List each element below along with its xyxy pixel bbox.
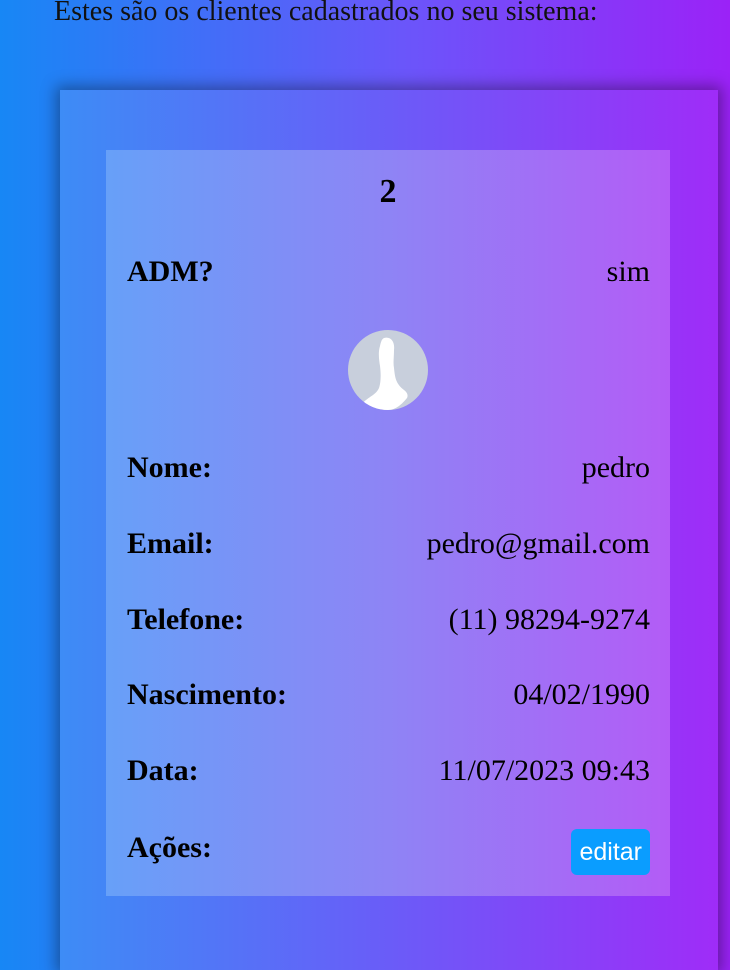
admin-label: ADM? <box>127 255 214 288</box>
client-card-container: 2 ADM? sim Nome: pedro Email: pedro@gmai… <box>60 90 718 970</box>
user-silhouette-icon <box>363 337 408 410</box>
birth-value: 04/02/1990 <box>513 678 650 711</box>
phone-label: Telefone: <box>127 603 245 636</box>
avatar <box>348 330 428 410</box>
phone-row: Telefone: (11) 98294-9274 <box>127 602 650 638</box>
name-label: Nome: <box>127 451 212 484</box>
email-value: pedro@gmail.com <box>426 527 650 560</box>
admin-row: ADM? sim <box>127 254 650 290</box>
birth-row: Nascimento: 04/02/1990 <box>127 677 650 713</box>
date-value: 11/07/2023 09:43 <box>438 754 650 787</box>
email-label: Email: <box>127 527 214 560</box>
birth-label: Nascimento: <box>127 678 287 711</box>
admin-value: sim <box>606 255 650 288</box>
name-value: pedro <box>581 451 650 484</box>
actions-label: Ações: <box>127 831 212 864</box>
name-row: Nome: pedro <box>127 450 650 486</box>
client-card: 2 ADM? sim Nome: pedro Email: pedro@gmai… <box>106 150 670 896</box>
edit-button[interactable]: editar <box>571 829 650 875</box>
intro-text: Estes são os clientes cadastrados no seu… <box>54 0 598 27</box>
email-row: Email: pedro@gmail.com <box>127 526 650 562</box>
client-id: 2 <box>379 173 397 210</box>
date-label: Data: <box>127 754 199 787</box>
actions-row: Ações: editar <box>127 829 650 875</box>
phone-value: (11) 98294-9274 <box>448 603 650 636</box>
date-row: Data: 11/07/2023 09:43 <box>127 753 650 789</box>
